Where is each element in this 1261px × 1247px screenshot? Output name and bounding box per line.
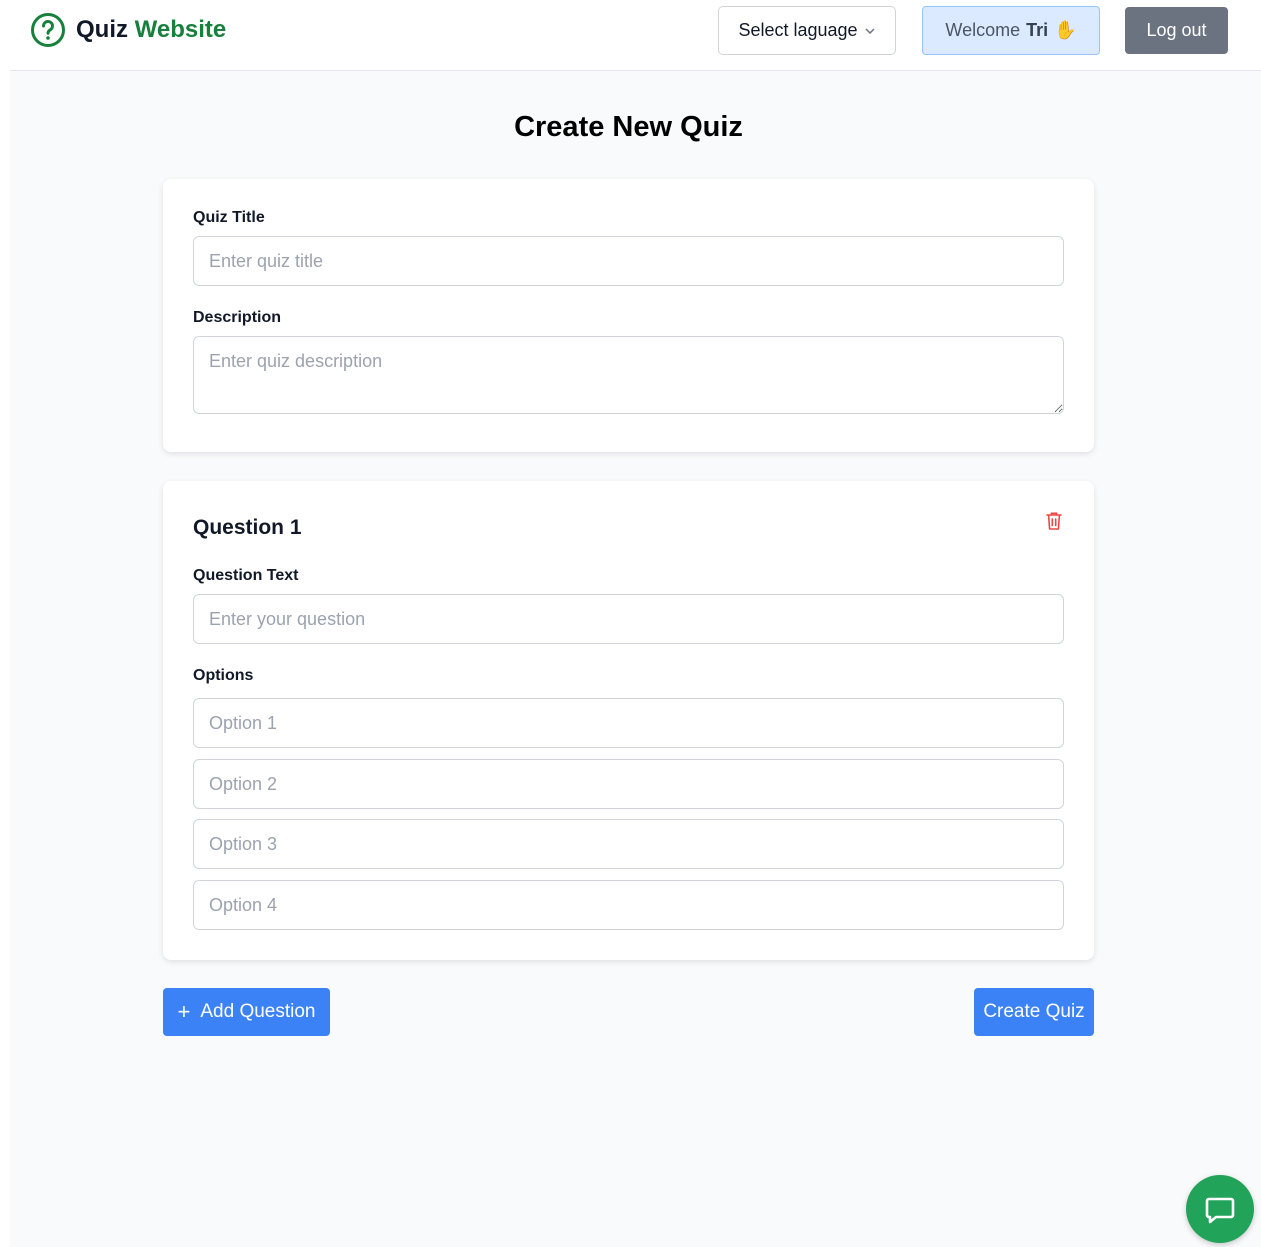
welcome-badge[interactable]: Welcome Tri ✋ <box>922 6 1100 55</box>
option-3-input[interactable] <box>193 819 1064 869</box>
plus-icon: + <box>177 999 191 1024</box>
welcome-username: Tri <box>1026 20 1049 40</box>
add-question-button[interactable]: + Add Question <box>163 988 330 1036</box>
logo-text: Quiz Website <box>76 16 226 44</box>
welcome-prefix: Welcome <box>945 20 1021 40</box>
chat-icon <box>1205 1197 1235 1224</box>
question-text-label: Question Text <box>193 567 299 584</box>
site-logo[interactable]: Quiz Website <box>30 12 226 48</box>
question-heading: Question 1 <box>193 516 302 539</box>
page-title: Create New Quiz <box>514 111 743 143</box>
description-textarea[interactable] <box>193 336 1064 414</box>
option-1-input[interactable] <box>193 698 1064 748</box>
create-quiz-button[interactable]: Create Quiz <box>974 988 1094 1036</box>
description-label: Description <box>193 309 282 326</box>
quiz-title-label: Quiz Title <box>193 209 265 226</box>
logo-text-primary: Quiz <box>76 16 128 43</box>
question-text-input[interactable] <box>193 594 1064 644</box>
top-header: Quiz Website Select laguage Welcome Tri … <box>10 0 1261 71</box>
language-select[interactable]: Select laguage <box>718 6 896 55</box>
main-content: Create New Quiz Quiz Title Description Q… <box>10 71 1261 1247</box>
option-4-input[interactable] <box>193 880 1064 930</box>
quiz-title-input[interactable] <box>193 236 1064 286</box>
question-card: Question 1 Question Text Options <box>163 481 1094 960</box>
chat-button[interactable] <box>1186 1175 1254 1243</box>
trash-icon[interactable] <box>1045 511 1063 531</box>
option-2-input[interactable] <box>193 759 1064 809</box>
wave-hand-icon: ✋ <box>1054 20 1077 40</box>
add-question-label: Add Question <box>200 1001 316 1022</box>
language-select-label: Select laguage <box>738 20 858 40</box>
options-label: Options <box>193 667 254 684</box>
logo-text-accent: Website <box>134 16 227 43</box>
chevron-down-icon <box>865 27 875 34</box>
quiz-details-card: Quiz Title Description <box>163 179 1094 452</box>
question-circle-icon <box>31 13 65 47</box>
logout-button[interactable]: Log out <box>1125 7 1228 54</box>
